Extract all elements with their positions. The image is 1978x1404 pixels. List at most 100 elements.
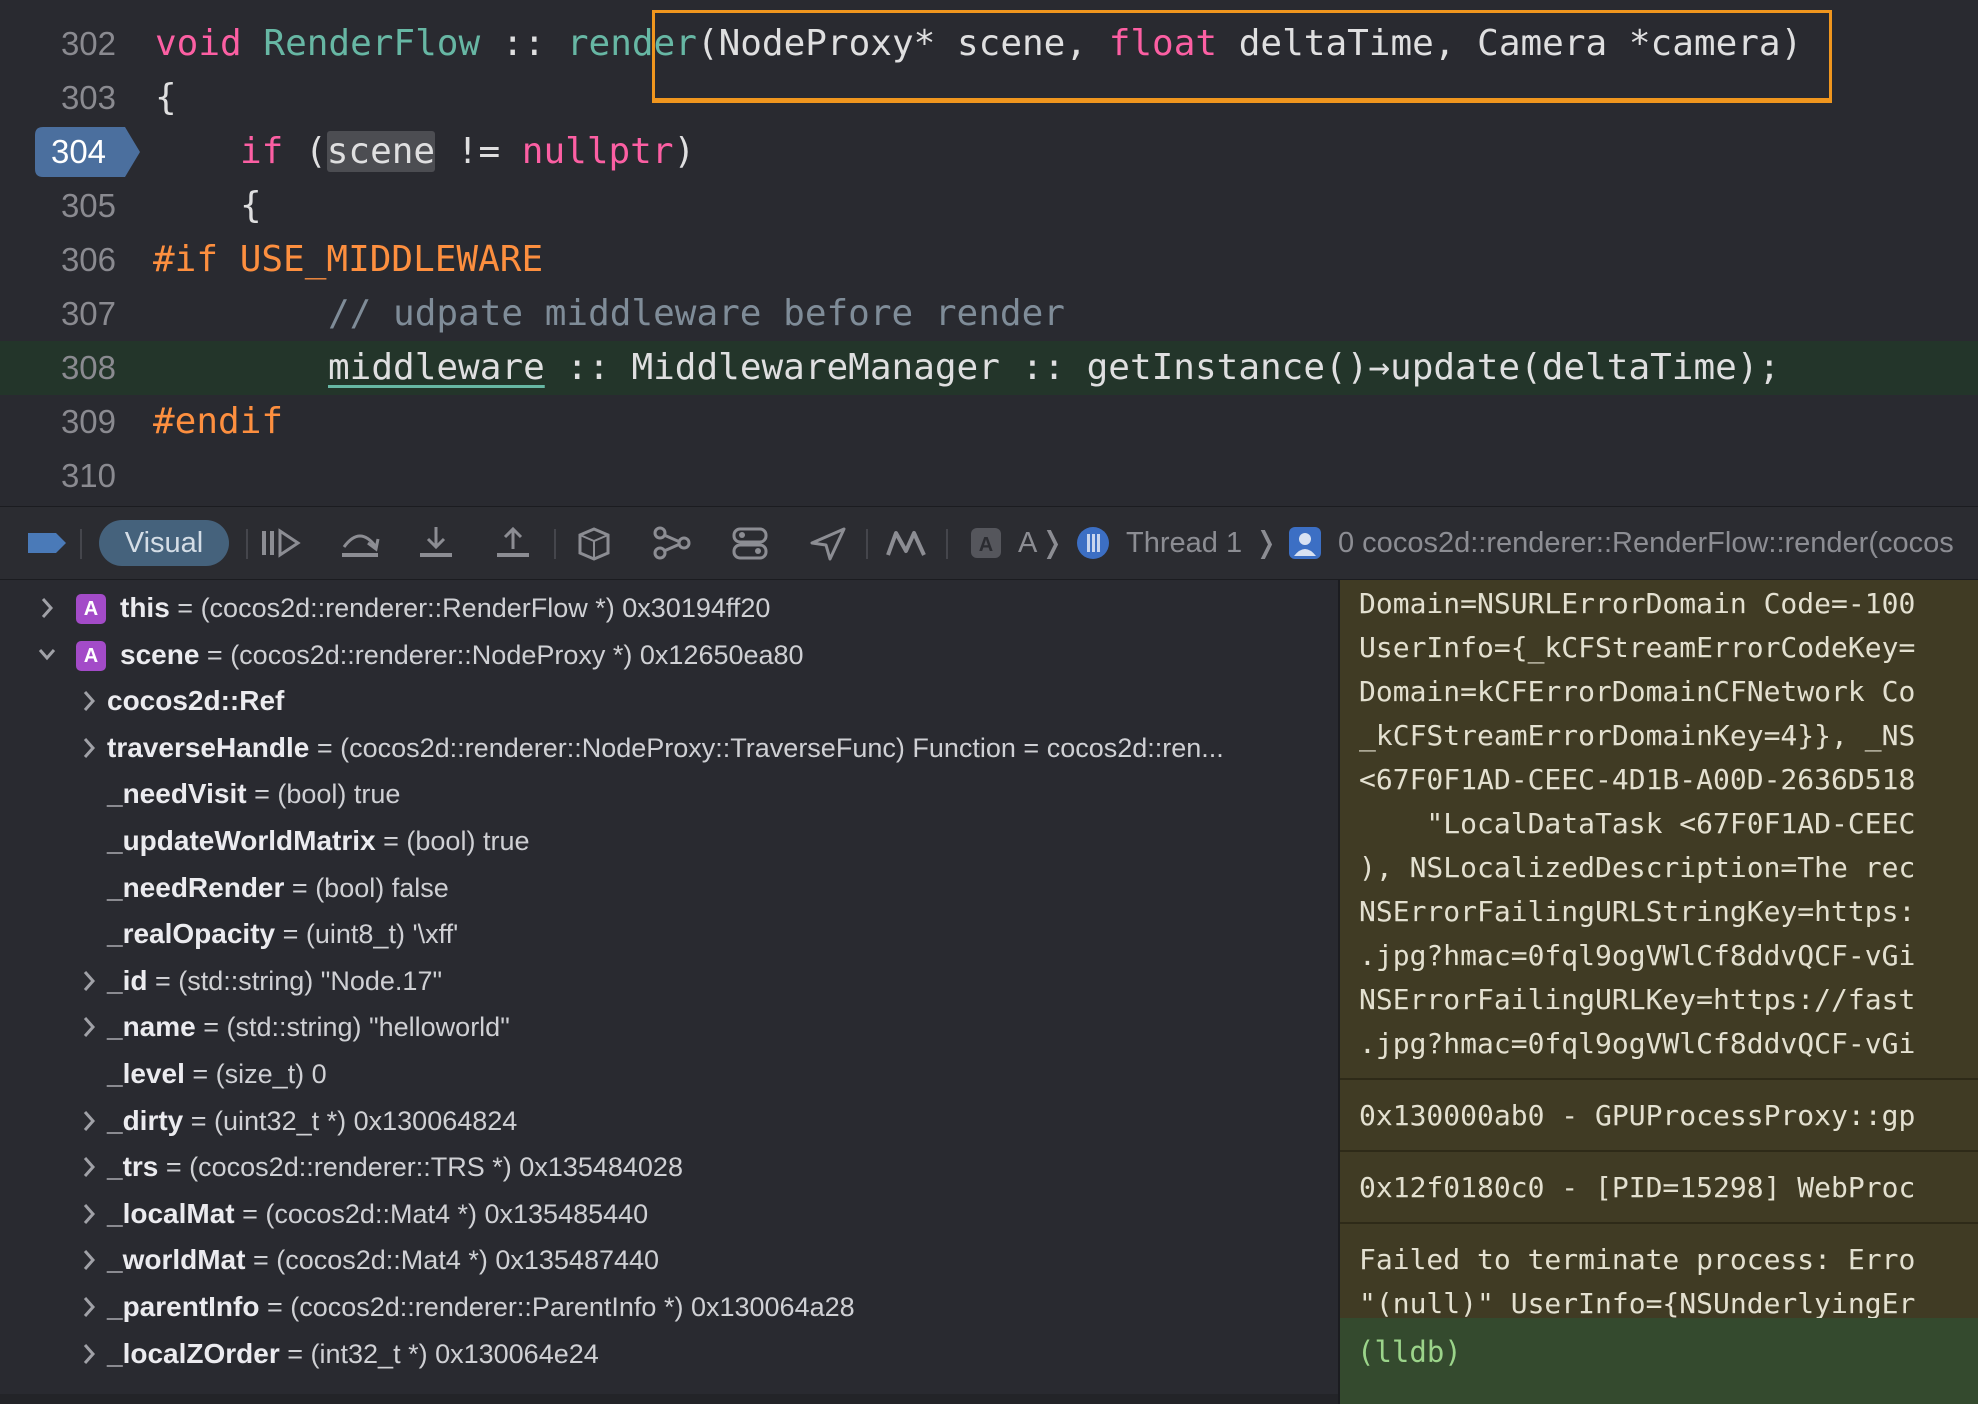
disclosure-collapsed-icon[interactable] xyxy=(78,1098,100,1144)
variable-row[interactable]: _needRender = (bool) false xyxy=(0,865,1338,911)
variable-row[interactable]: _dirty = (uint32_t *) 0x130064824 xyxy=(0,1098,1338,1144)
app-breadcrumb[interactable]: A xyxy=(970,507,1002,579)
console-log-entry[interactable]: 0x12f0180c0 - [PID=15298] WebProc xyxy=(1340,1152,1978,1224)
code-line[interactable]: 309 #endif xyxy=(0,395,1978,449)
variables-view: Athis = (cocos2d::renderer::RenderFlow *… xyxy=(0,580,1338,1404)
variable-row[interactable]: _realOpacity = (uint8_t) '\xff' xyxy=(0,911,1338,957)
variable-text: _localZOrder = (int32_t *) 0x130064e24 xyxy=(107,1331,599,1377)
disclosure-collapsed-icon[interactable] xyxy=(78,1004,100,1050)
continue-button[interactable] xyxy=(258,507,302,579)
variable-type: (bool) xyxy=(315,872,385,903)
console-log-entry[interactable]: Domain=NSURLErrorDomain Code=-100 UserInf… xyxy=(1340,580,1978,1080)
line-number[interactable]: 308 xyxy=(36,341,116,395)
line-number[interactable]: 309 xyxy=(36,395,116,449)
variable-row[interactable]: _name = (std::string) "helloworld" xyxy=(0,1004,1338,1050)
variable-value: 0x30194ff20 xyxy=(622,593,771,623)
console-log-line: ), NSLocalizedDescription=The rec xyxy=(1359,851,1916,884)
line-number[interactable]: 310 xyxy=(36,449,116,503)
equals-sign: = xyxy=(158,1152,190,1183)
variable-value: 0x135484028 xyxy=(519,1152,683,1183)
environment-overrides-button[interactable] xyxy=(728,507,772,579)
variable-row[interactable]: Ascene = (cocos2d::renderer::NodeProxy *… xyxy=(0,632,1338,678)
variable-text: _trs = (cocos2d::renderer::TRS *) 0x1354… xyxy=(107,1144,683,1190)
disclosure-collapsed-icon[interactable] xyxy=(36,585,58,631)
variable-text: _name = (std::string) "helloworld" xyxy=(107,1004,510,1050)
code-token: if xyxy=(240,131,284,172)
line-number[interactable]: 302 xyxy=(36,17,116,71)
line-number[interactable]: 303 xyxy=(36,71,116,125)
code-line[interactable]: 310 xyxy=(0,449,1978,503)
disclosure-collapsed-icon[interactable] xyxy=(78,1191,100,1237)
disclosure-collapsed-icon[interactable] xyxy=(78,678,100,724)
variable-text: traverseHandle = (cocos2d::renderer::Nod… xyxy=(107,725,1224,771)
disclosure-collapsed-icon[interactable] xyxy=(78,1331,100,1377)
view-hierarchy-button[interactable] xyxy=(572,507,616,579)
console-log-entry[interactable]: 0x130000ab0 - GPUProcessProxy::gp xyxy=(1340,1080,1978,1152)
continue-icon xyxy=(262,528,301,558)
disclosure-collapsed-icon[interactable] xyxy=(78,958,100,1004)
lldb-prompt-line[interactable]: (lldb) xyxy=(1340,1318,1978,1404)
variable-row[interactable]: _worldMat = (cocos2d::Mat4 *) 0x13548744… xyxy=(0,1237,1338,1283)
variable-row[interactable]: _needVisit = (bool) true xyxy=(0,771,1338,817)
variable-text: _localMat = (cocos2d::Mat4 *) 0x13548544… xyxy=(107,1191,648,1237)
variable-row[interactable]: _localMat = (cocos2d::Mat4 *) 0x13548544… xyxy=(0,1191,1338,1237)
code-line[interactable]: 306 #if USE_MIDDLEWARE xyxy=(0,233,1978,287)
code-line[interactable]: 308 middleware :: MiddlewareManager :: ge… xyxy=(0,341,1978,395)
thread-breadcrumb-label: Thread 1 xyxy=(1126,527,1243,559)
variable-row[interactable]: _updateWorldMatrix = (bool) true xyxy=(0,818,1338,864)
code-token: #if USE_MIDDLEWARE xyxy=(153,239,544,280)
breakpoints-toggle-button[interactable] xyxy=(24,507,68,579)
variable-row[interactable]: Athis = (cocos2d::renderer::RenderFlow *… xyxy=(0,585,1338,631)
equals-sign: = xyxy=(199,639,231,670)
line-number[interactable]: 306 xyxy=(36,233,116,287)
variable-value: "Node.17" xyxy=(320,965,443,996)
thread-breadcrumb[interactable] xyxy=(1076,507,1110,579)
code-token: scene xyxy=(326,131,436,172)
variable-text: _worldMat = (cocos2d::Mat4 *) 0x13548744… xyxy=(107,1237,659,1283)
simulate-location-button[interactable] xyxy=(806,507,850,579)
disclosure-collapsed-icon[interactable] xyxy=(78,1237,100,1283)
variable-row[interactable]: _trs = (cocos2d::renderer::TRS *) 0x1354… xyxy=(0,1144,1338,1190)
frame-breadcrumb[interactable] xyxy=(1288,507,1322,579)
line-number[interactable]: 305 xyxy=(36,179,116,233)
thread-icon xyxy=(1077,527,1109,559)
visual-mode-button[interactable]: Visual xyxy=(99,520,229,566)
variable-row[interactable]: cocos2d::Ref xyxy=(0,678,1338,724)
step-out-icon xyxy=(497,526,529,557)
disclosure-collapsed-icon[interactable] xyxy=(78,725,100,771)
disclosure-collapsed-icon[interactable] xyxy=(78,1144,100,1190)
source-editor[interactable]: 302 void RenderFlow :: render(NodeProxy* … xyxy=(0,0,1978,506)
step-out-button[interactable] xyxy=(491,507,535,579)
variable-name: _dirty xyxy=(107,1104,184,1136)
variable-type: (cocos2d::renderer::ParentInfo *) xyxy=(290,1292,684,1322)
code-line[interactable]: 304 if (scene != nullptr) xyxy=(0,125,1978,179)
lldb-prompt: (lldb) xyxy=(1357,1335,1462,1369)
variable-row[interactable]: _localZOrder = (int32_t *) 0x130064e24 xyxy=(0,1331,1338,1377)
step-into-button[interactable] xyxy=(414,507,458,579)
line-number[interactable]: 307 xyxy=(36,287,116,341)
breadcrumb-chevron-icon: ❭ xyxy=(1040,527,1065,559)
breakpoint-marker[interactable]: 304 xyxy=(35,127,140,177)
metal-m-icon xyxy=(886,531,926,556)
code-text: { xyxy=(155,71,177,125)
equals-sign: = xyxy=(234,1198,266,1229)
code-line[interactable]: 305 { xyxy=(0,179,1978,233)
code-token: ( xyxy=(283,131,327,172)
code-line[interactable]: 307 // udpate middleware before render xyxy=(0,287,1978,341)
disclosure-expanded-icon[interactable] xyxy=(36,632,58,678)
variable-row[interactable]: _level = (size_t) 0 xyxy=(0,1051,1338,1097)
debug-console[interactable]: Domain=NSURLErrorDomain Code=-100 UserInf… xyxy=(1338,580,1978,1404)
code-token: nullptr xyxy=(521,131,674,172)
variable-row[interactable]: _id = (std::string) "Node.17" xyxy=(0,958,1338,1004)
gpu-frame-capture-button[interactable] xyxy=(884,507,928,579)
variable-row[interactable]: traverseHandle = (cocos2d::renderer::Nod… xyxy=(0,725,1338,771)
step-over-button[interactable] xyxy=(338,507,382,579)
variable-text: _realOpacity = (uint8_t) '\xff' xyxy=(107,911,458,957)
step-over-icon xyxy=(342,534,380,557)
memory-graph-button[interactable] xyxy=(650,507,694,579)
variable-row[interactable]: _parentInfo = (cocos2d::renderer::Parent… xyxy=(0,1284,1338,1330)
console-log-line: Domain=kCFErrorDomainCFNetwork Co xyxy=(1359,675,1916,708)
disclosure-collapsed-icon[interactable] xyxy=(78,1284,100,1330)
variable-value: '\xff' xyxy=(412,919,459,950)
equals-sign: = xyxy=(246,779,278,810)
